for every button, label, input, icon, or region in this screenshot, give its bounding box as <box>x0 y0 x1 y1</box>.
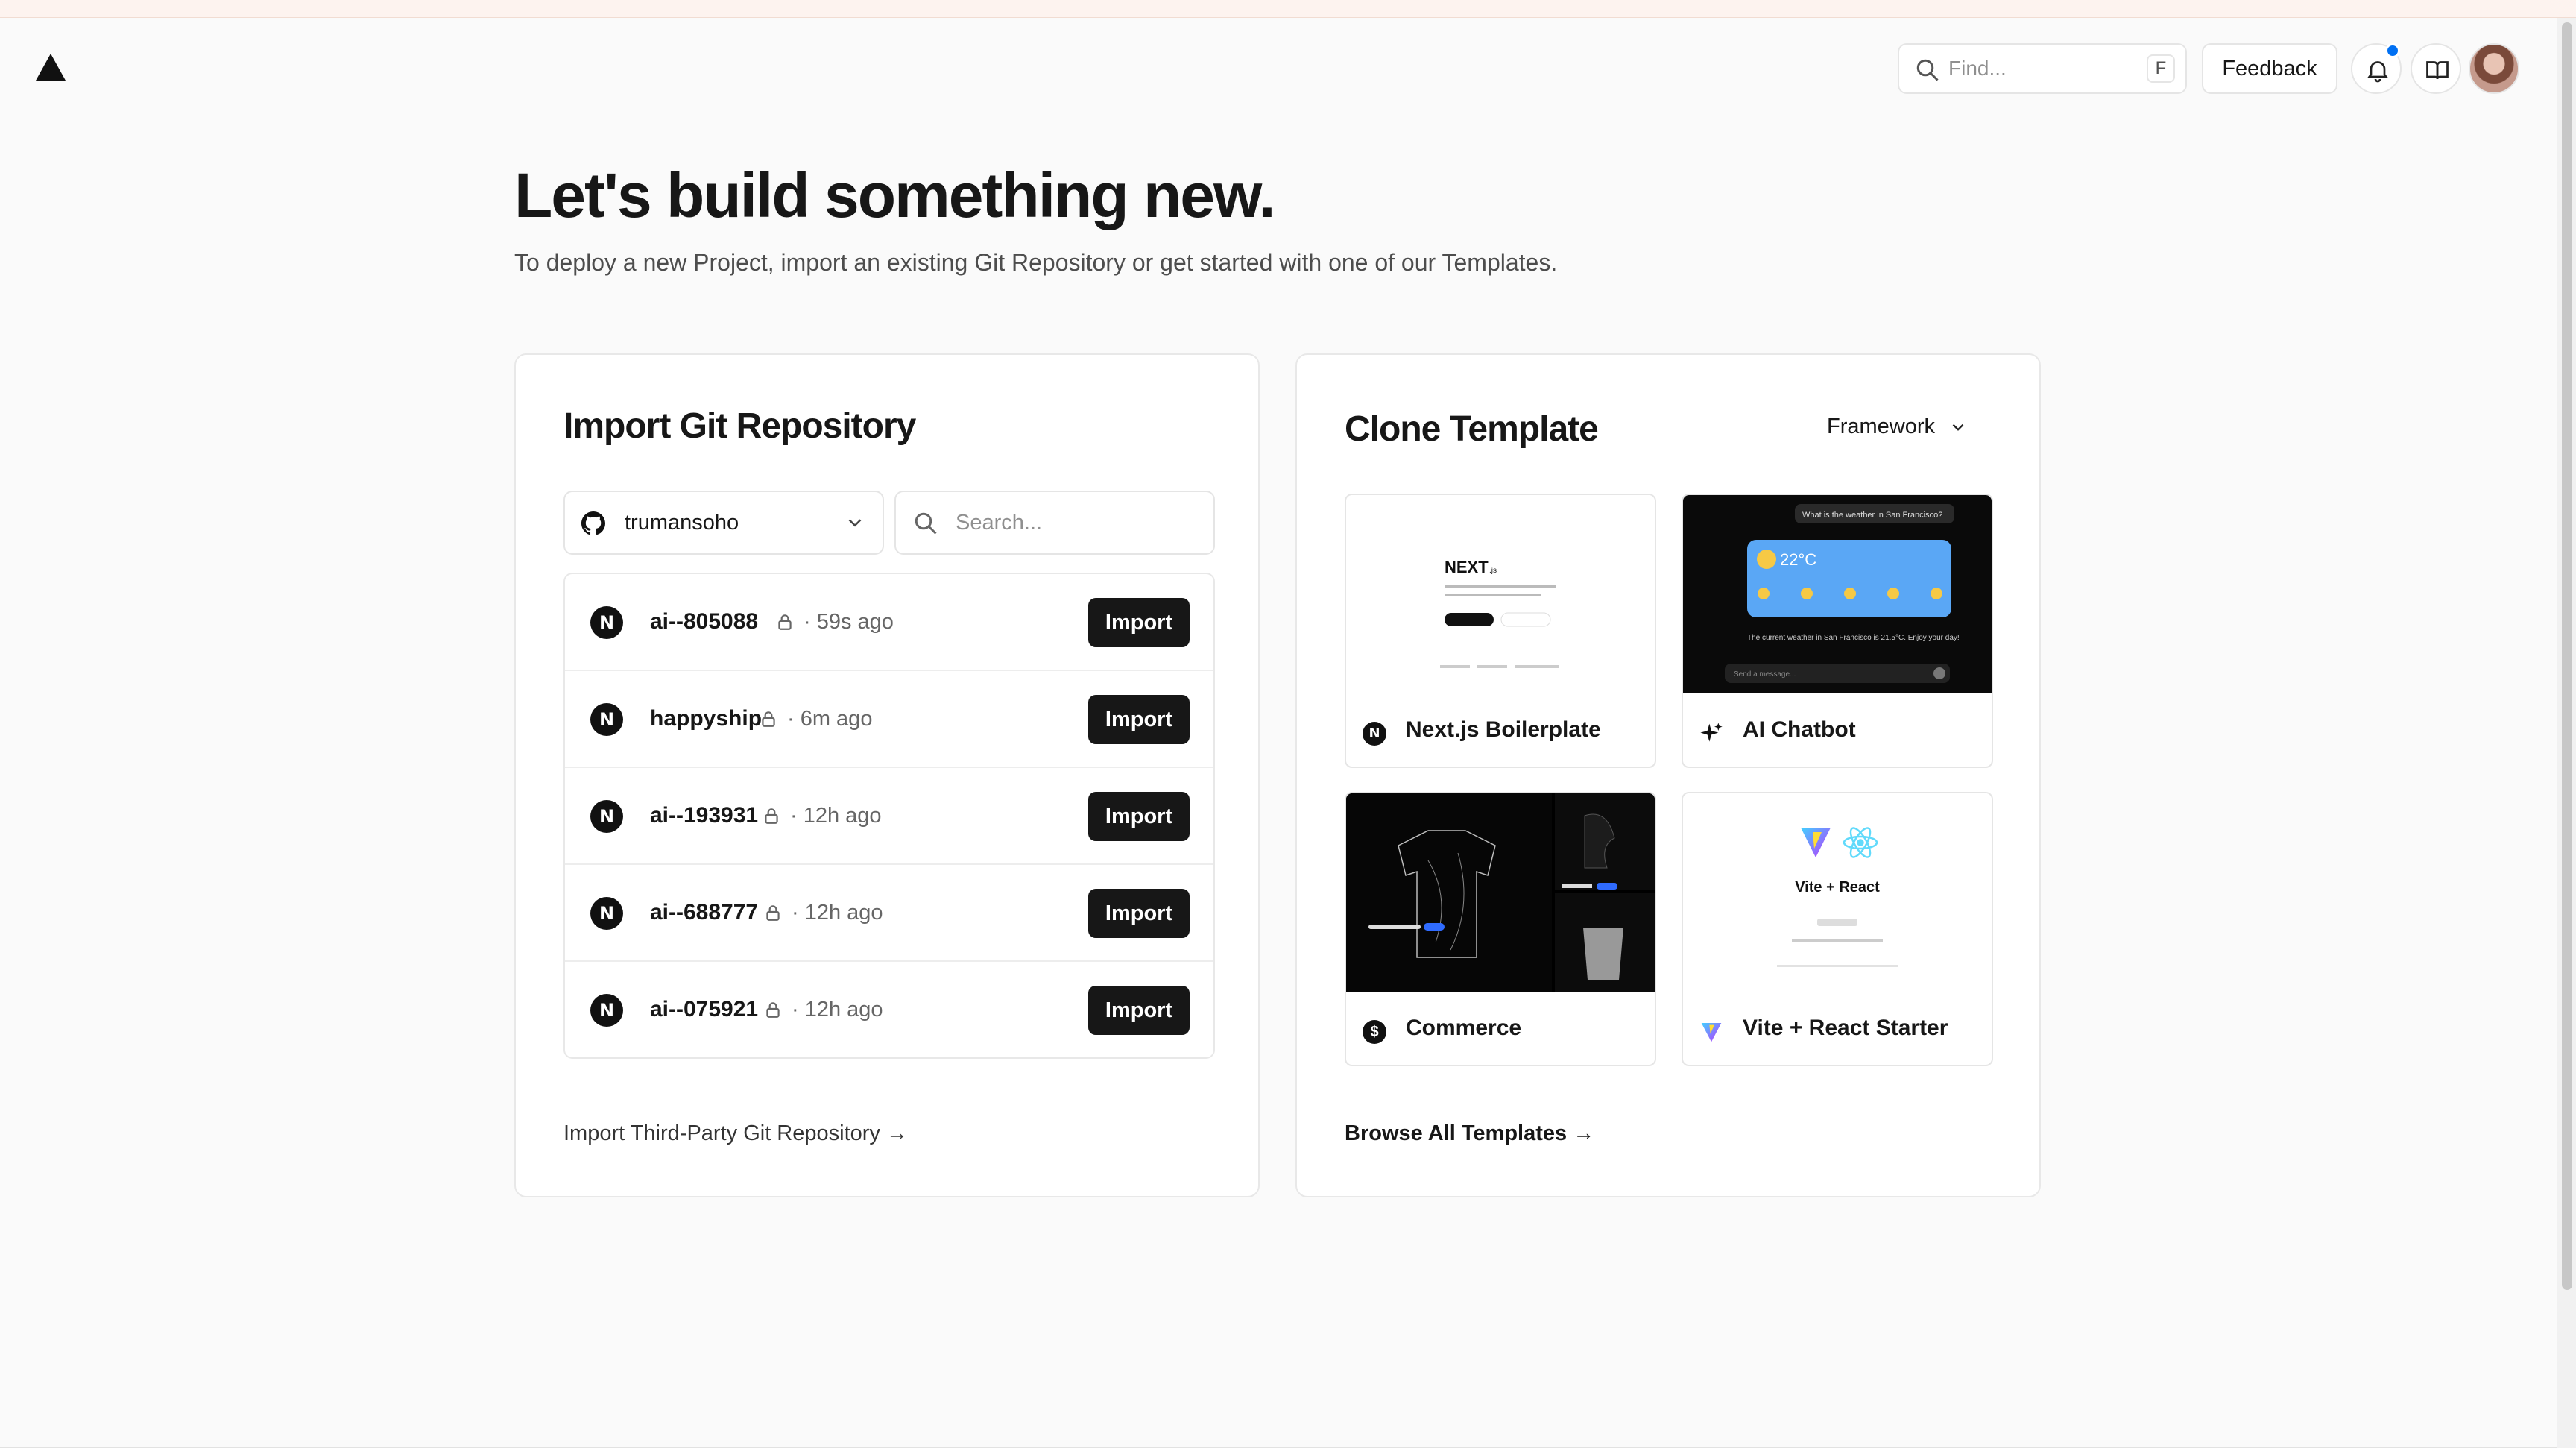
vite-preview-title: Vite + React <box>1795 879 1880 895</box>
import-button[interactable]: Import <box>1088 986 1190 1035</box>
repository-updated-time: · 12h ago <box>792 901 883 925</box>
page-viewport: Find... F Feedback Let's build something… <box>0 18 2557 1448</box>
system-top-strip <box>0 0 2576 18</box>
lock-icon <box>778 614 792 630</box>
repository-updated-time: · 12h ago <box>792 998 883 1022</box>
book-open-icon <box>2426 61 2449 80</box>
nextjs-icon: N <box>590 800 623 833</box>
user-avatar[interactable] <box>2469 43 2519 94</box>
import-button[interactable]: Import <box>1088 598 1190 647</box>
template-name: AI Chatbot <box>1743 717 1856 742</box>
import-card-title: Import Git Repository <box>564 406 916 446</box>
notification-dot <box>2385 43 2400 58</box>
scrollbar-thumb[interactable] <box>2562 22 2572 1290</box>
import-button[interactable]: Import <box>1088 695 1190 744</box>
chat-question: What is the weather in San Francisco? <box>1802 511 1942 520</box>
chevron-down-icon <box>1952 424 1964 432</box>
lock-icon <box>762 711 775 727</box>
docs-button[interactable] <box>2411 43 2461 94</box>
repository-name[interactable]: ai--688777 <box>650 865 758 960</box>
chat-answer: The current weather in San Francisco is … <box>1747 634 1960 642</box>
git-account-select[interactable]: trumansoho <box>564 491 884 555</box>
lock-icon <box>766 905 780 921</box>
repository-updated-time: · 59s ago <box>804 610 894 634</box>
repository-row: N ai--805088 · 59s ago Import <box>565 574 1213 671</box>
template-preview-image: NEXT .js <box>1346 495 1655 693</box>
page-title: Let's build something new. <box>514 160 1276 230</box>
import-git-repository-card: Import Git Repository trumansoho Search.… <box>514 353 1260 1197</box>
vite-icon <box>1701 1023 1722 1042</box>
template-preview-image: Vite + React <box>1683 793 1992 992</box>
template-card-vite-react-starter[interactable]: Vite + React Vite + React Starter <box>1682 792 1993 1066</box>
repository-row: N ai--688777 · 12h ago Import <box>565 865 1213 962</box>
repository-name[interactable]: ai--075921 <box>650 962 758 1057</box>
repository-row: N ai--075921 · 12h ago Import <box>565 962 1213 1057</box>
template-preview-image: What is the weather in San Francisco? 22… <box>1683 495 1992 693</box>
repository-search-placeholder: Search... <box>956 511 1043 535</box>
search-icon <box>1916 59 1939 81</box>
repository-updated-time: · 12h ago <box>790 804 882 828</box>
nextjs-wordmark-suffix: .js <box>1489 567 1497 575</box>
repository-name[interactable]: ai--805088 <box>650 574 758 670</box>
find-search-input[interactable]: Find... F <box>1898 43 2187 94</box>
template-name: Next.js Boilerplate <box>1406 717 1601 742</box>
framework-filter-label: Framework <box>1826 415 1935 438</box>
browse-all-templates-link[interactable]: Browse All Templates → <box>1345 1121 1594 1146</box>
sparkles-icon <box>1700 723 1723 742</box>
chat-temperature: 22°C <box>1780 550 1816 569</box>
repository-search-input[interactable]: Search... <box>894 491 1215 555</box>
nextjs-wordmark: NEXT <box>1445 558 1489 576</box>
repository-updated-time: · 6m ago <box>787 707 873 731</box>
template-card-ai-chatbot[interactable]: What is the weather in San Francisco? 22… <box>1682 494 1993 768</box>
top-navigation: Find... F Feedback <box>0 18 2557 115</box>
vercel-logo-icon[interactable] <box>34 52 67 82</box>
chevron-down-icon <box>848 519 862 527</box>
import-third-party-link[interactable]: Import Third-Party Git Repository → <box>564 1121 908 1146</box>
github-icon <box>581 511 605 535</box>
framework-filter-dropdown[interactable]: Framework <box>1827 415 1968 439</box>
lock-icon <box>766 1002 780 1018</box>
repository-name[interactable]: happyship <box>650 671 762 767</box>
clone-template-card: Clone Template Framework NEXT .js N Next… <box>1295 353 2041 1197</box>
repository-list: N ai--805088 · 59s ago Import N happyshi… <box>564 573 1215 1059</box>
search-icon <box>915 512 937 535</box>
import-button[interactable]: Import <box>1088 889 1190 938</box>
import-button[interactable]: Import <box>1088 792 1190 841</box>
find-placeholder: Find... <box>1948 57 2007 80</box>
lock-icon <box>765 808 778 824</box>
template-card-nextjs-boilerplate[interactable]: NEXT .js N Next.js Boilerplate <box>1345 494 1656 768</box>
page-scrollbar[interactable] <box>2557 18 2576 1448</box>
template-card-title: Clone Template <box>1345 409 1599 449</box>
repository-row: N happyship · 6m ago Import <box>565 671 1213 768</box>
nextjs-icon: N <box>1363 722 1386 746</box>
template-name: Vite + React Starter <box>1743 1016 1948 1040</box>
feedback-button[interactable]: Feedback <box>2202 43 2337 94</box>
git-account-name: trumansoho <box>625 511 739 535</box>
dollar-sign-icon: $ <box>1363 1020 1386 1044</box>
template-preview-image <box>1346 793 1655 992</box>
nextjs-icon: N <box>590 703 623 736</box>
template-card-commerce[interactable]: $ Commerce <box>1345 792 1656 1066</box>
nextjs-icon: N <box>590 606 623 639</box>
repository-row: N ai--193931 · 12h ago Import <box>565 768 1213 865</box>
chat-input-placeholder: Send a message... <box>1734 670 1796 679</box>
find-shortcut-key: F <box>2147 54 2175 83</box>
nextjs-icon: N <box>590 994 623 1027</box>
nextjs-icon: N <box>590 897 623 930</box>
repository-name[interactable]: ai--193931 <box>650 768 758 863</box>
page-subtitle: To deploy a new Project, import an exist… <box>514 249 1558 276</box>
template-name: Commerce <box>1406 1016 1522 1040</box>
bell-icon <box>2367 61 2388 83</box>
